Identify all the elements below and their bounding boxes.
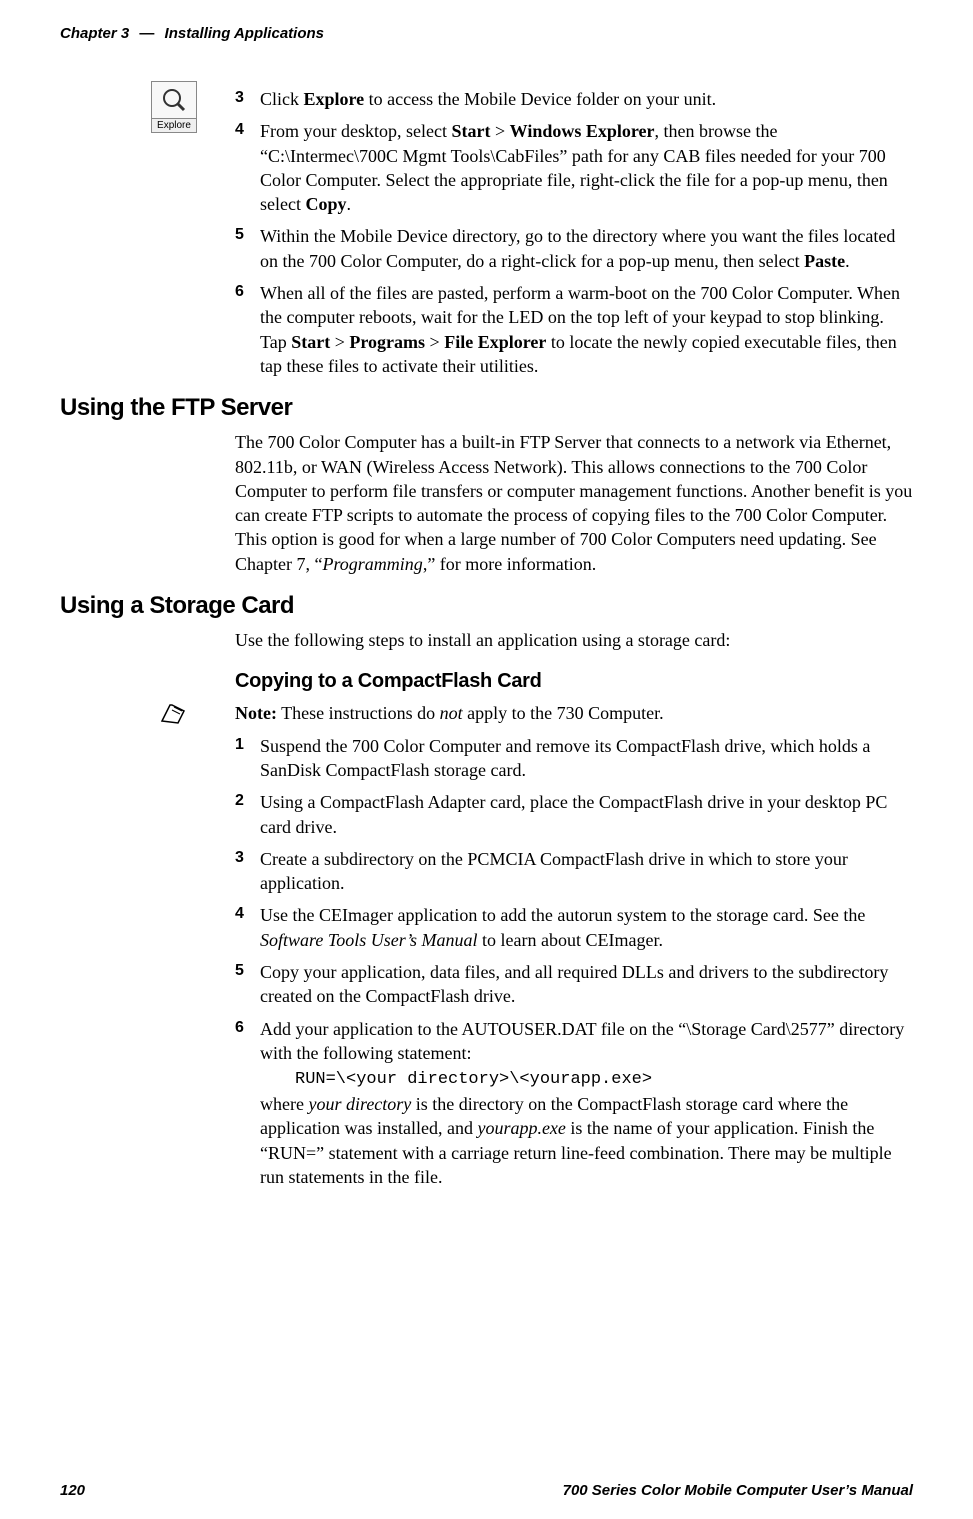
- page-number: 120: [60, 1482, 85, 1499]
- step-number: 6: [235, 281, 244, 303]
- text: Copy: [305, 194, 346, 214]
- header-dash: —: [139, 25, 154, 42]
- text: From your desktop, select: [260, 121, 451, 141]
- page-header: Chapter 3 — Installing Applications: [60, 25, 913, 42]
- storage-intro: Use the following steps to install an ap…: [235, 628, 913, 652]
- text: >: [425, 332, 444, 352]
- step-b2: 2 Using a CompactFlash Adapter card, pla…: [235, 790, 913, 839]
- footer-title: 700 Series Color Mobile Computer User’s …: [563, 1482, 913, 1499]
- explore-icon: [152, 82, 196, 118]
- step-number: 5: [235, 960, 244, 982]
- text: Programs: [349, 332, 425, 352]
- step-a4: 4 From your desktop, select Start > Wind…: [235, 119, 913, 216]
- explore-icon-label: Explore: [152, 118, 196, 132]
- step-number: 6: [235, 1017, 244, 1039]
- step-b5: 5 Copy your application, data files, and…: [235, 960, 913, 1009]
- text: Paste: [804, 251, 845, 271]
- text: Click: [260, 89, 304, 109]
- code-line: RUN=\<your directory>\<yourapp.exe>: [295, 1070, 652, 1089]
- page-footer: 120 700 Series Color Mobile Computer Use…: [60, 1482, 913, 1499]
- step-b6: 6 Add your application to the AUTOUSER.D…: [235, 1017, 913, 1190]
- step-b3: 3 Create a subdirectory on the PCMCIA Co…: [235, 847, 913, 896]
- text: to access the Mobile Device folder on yo…: [364, 89, 716, 109]
- header-title: Installing Applications: [165, 25, 324, 42]
- step-number: 1: [235, 734, 244, 756]
- text: Software Tools User’s Manual: [260, 930, 478, 950]
- text: Start: [451, 121, 490, 141]
- text: >: [330, 332, 349, 352]
- text: Explore: [304, 89, 365, 109]
- text: to learn about CEImager.: [478, 930, 663, 950]
- note-icon: [160, 701, 190, 727]
- text: The 700 Color Computer has a built-in FT…: [235, 432, 912, 573]
- note-label: Note:: [235, 703, 277, 723]
- step-b4: 4 Use the CEImager application to add th…: [235, 903, 913, 952]
- explore-icon-box: Explore: [151, 81, 197, 133]
- text: Start: [291, 332, 330, 352]
- text: .: [845, 251, 850, 271]
- text: Use the CEImager application to add the …: [260, 905, 865, 925]
- text: not: [440, 703, 463, 723]
- text: >: [490, 121, 509, 141]
- chapter-label: Chapter 3: [60, 25, 129, 42]
- step-number: 2: [235, 790, 244, 812]
- text: Using a CompactFlash Adapter card, place…: [260, 792, 887, 836]
- step-number: 4: [235, 119, 244, 141]
- step-number: 3: [235, 847, 244, 869]
- text: Create a subdirectory on the PCMCIA Comp…: [260, 849, 848, 893]
- text: apply to the 730 Computer.: [463, 703, 664, 723]
- text: File Explorer: [444, 332, 546, 352]
- ftp-paragraph: The 700 Color Computer has a built-in FT…: [235, 430, 913, 576]
- text: Copy your application, data files, and a…: [260, 962, 888, 1006]
- text: yourapp.exe: [477, 1118, 565, 1138]
- note-line: Note: These instructions do not apply to…: [235, 701, 913, 725]
- step-a6: 6 When all of the files are pasted, perf…: [235, 281, 913, 378]
- text: Within the Mobile Device directory, go t…: [260, 226, 895, 270]
- step-a3: 3 Click Explore to access the Mobile Dev…: [235, 87, 913, 111]
- step-number: 4: [235, 903, 244, 925]
- text: where: [260, 1094, 308, 1114]
- text: Suspend the 700 Color Computer and remov…: [260, 736, 870, 780]
- text: ,” for more information.: [423, 554, 596, 574]
- step-number: 5: [235, 224, 244, 246]
- text: Add your application to the AUTOUSER.DAT…: [260, 1019, 904, 1063]
- step-number: 3: [235, 87, 244, 109]
- section-ftp-heading: Using the FTP Server: [60, 394, 913, 422]
- text: Programming: [322, 554, 422, 574]
- step-b1: 1 Suspend the 700 Color Computer and rem…: [235, 734, 913, 783]
- text: .: [347, 194, 352, 214]
- section-storage-heading: Using a Storage Card: [60, 592, 913, 620]
- subsection-cf-heading: Copying to a CompactFlash Card: [235, 668, 913, 695]
- text: your directory: [308, 1094, 411, 1114]
- step-a5: 5 Within the Mobile Device directory, go…: [235, 224, 913, 273]
- text: Windows Explorer: [510, 121, 655, 141]
- text: These instructions do: [277, 703, 440, 723]
